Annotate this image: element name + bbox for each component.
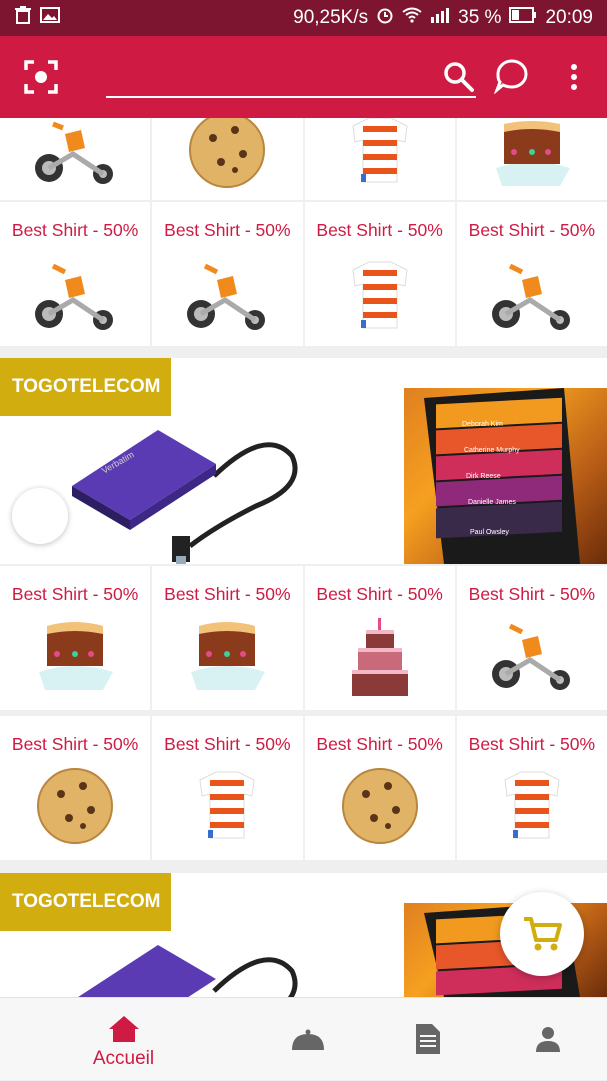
product-card[interactable]: Best Shirt - 50% <box>152 716 303 860</box>
battery-level: 35 % <box>458 7 502 28</box>
product-card[interactable]: Best Shirt - 50% <box>0 566 151 710</box>
birthday-cake-image <box>350 618 410 703</box>
more-options-button[interactable] <box>562 60 586 94</box>
chat-icon <box>493 59 528 95</box>
product-card[interactable]: Best Shirt - 50% <box>456 716 607 860</box>
product-label: Best Shirt - 50% <box>11 734 139 754</box>
signal-icon <box>430 7 450 29</box>
svg-text:Paul Owsley: Paul Owsley <box>470 529 509 536</box>
product-label: Best Shirt - 50% <box>316 584 443 604</box>
section-tag: TOGOTELECOM <box>0 358 171 416</box>
more-vert-icon <box>571 64 577 90</box>
hard-drive-image <box>66 931 306 997</box>
nav-item-profile[interactable] <box>472 998 607 1081</box>
chat-button[interactable] <box>493 58 530 95</box>
cookie-image <box>35 766 115 851</box>
product-card[interactable] <box>304 118 455 200</box>
shirt-image <box>499 770 565 847</box>
product-card[interactable]: Best Shirt - 50% <box>0 202 151 346</box>
cookie-image <box>187 118 267 195</box>
svg-text:Danielle James: Danielle James <box>468 499 516 506</box>
search-icon <box>444 62 474 92</box>
product-label: Best Shirt - 50% <box>11 220 139 240</box>
cookie-image <box>340 766 420 851</box>
hard-drive-image: Verbatim <box>66 416 306 571</box>
product-label: Best Shirt - 50% <box>316 220 443 240</box>
cake-slice-image <box>490 118 574 193</box>
shirt-image <box>347 118 413 191</box>
cloche-icon <box>290 1028 326 1057</box>
product-row <box>0 118 607 200</box>
carousel-indicator[interactable] <box>12 488 68 544</box>
product-card[interactable] <box>456 118 607 200</box>
cart-button[interactable] <box>500 892 584 976</box>
product-label: Best Shirt - 50% <box>316 734 443 754</box>
tricycle-image <box>33 118 117 191</box>
app-bar <box>0 36 607 118</box>
tricycle-image <box>490 618 574 697</box>
product-label: Best Shirt - 50% <box>164 220 291 240</box>
promo-section[interactable]: TOGOTELECOM Verbatim Deborah Kim Catheri… <box>0 358 607 564</box>
battery-icon <box>509 7 537 29</box>
cake-slice-image <box>185 618 269 697</box>
product-card[interactable] <box>0 118 151 200</box>
product-card[interactable]: Best Shirt - 50% <box>0 716 151 860</box>
home-icon <box>107 1014 141 1049</box>
scan-button[interactable] <box>24 60 58 94</box>
section-tag: TOGOTELECOM <box>0 873 171 931</box>
shirt-image <box>347 260 413 337</box>
search-underline <box>106 96 476 98</box>
product-card[interactable]: Best Shirt - 50% <box>456 566 607 710</box>
product-row: Best Shirt - 50% Best Shirt - 50% Best S… <box>0 566 607 710</box>
product-label: Best Shirt - 50% <box>164 584 291 604</box>
product-label: Best Shirt - 50% <box>164 734 291 754</box>
bottom-navigation: Accueil <box>0 997 607 1080</box>
trash-icon <box>14 6 32 30</box>
product-card[interactable]: Best Shirt - 50% <box>304 716 455 860</box>
content-scroll[interactable]: Best Shirt - 50% Best Shirt - 50% Best S… <box>0 118 607 997</box>
cart-icon <box>524 917 562 951</box>
product-card[interactable]: Best Shirt - 50% <box>456 202 607 346</box>
tricycle-image <box>33 258 117 337</box>
product-label: Best Shirt - 50% <box>11 584 139 604</box>
product-card[interactable]: Best Shirt - 50% <box>304 566 455 710</box>
scan-icon <box>24 60 58 94</box>
product-label: Best Shirt - 50% <box>468 734 596 754</box>
svg-text:Deborah Kim: Deborah Kim <box>462 421 503 428</box>
shirt-image <box>194 770 260 847</box>
person-icon <box>534 1026 562 1057</box>
product-row: Best Shirt - 50% Best Shirt - 50% Best S… <box>0 716 607 860</box>
search-input[interactable] <box>106 58 436 94</box>
tricycle-image <box>185 258 269 337</box>
search-button[interactable] <box>442 60 476 94</box>
product-card[interactable]: Best Shirt - 50% <box>152 202 303 346</box>
alarm-icon <box>376 6 394 30</box>
cake-slice-image <box>33 618 117 697</box>
document-icon <box>414 1022 442 1061</box>
svg-text:Dirk Reese: Dirk Reese <box>466 473 501 480</box>
product-label: Best Shirt - 50% <box>468 220 596 240</box>
clock-time: 20:09 <box>545 7 593 28</box>
product-row: Best Shirt - 50% Best Shirt - 50% Best S… <box>0 202 607 346</box>
status-bar: 90,25K/s 35 % 20:09 <box>0 0 607 36</box>
nav-label-home: Accueil <box>92 1048 155 1069</box>
product-label: Best Shirt - 50% <box>468 584 596 604</box>
product-card[interactable]: Best Shirt - 50% <box>152 566 303 710</box>
tricycle-image <box>490 258 574 337</box>
product-card[interactable]: Best Shirt - 50% <box>304 202 455 346</box>
svg-text:Catherine Murphy: Catherine Murphy <box>464 447 520 454</box>
gallery-icon <box>40 7 60 29</box>
phone-app-image: Deborah Kim Catherine Murphy Dirk Reese … <box>404 388 607 564</box>
network-speed: 90,25K/s <box>293 7 369 28</box>
nav-item-home[interactable]: Accueil <box>48 998 199 1081</box>
product-card[interactable] <box>152 118 303 200</box>
wifi-icon <box>402 7 422 29</box>
